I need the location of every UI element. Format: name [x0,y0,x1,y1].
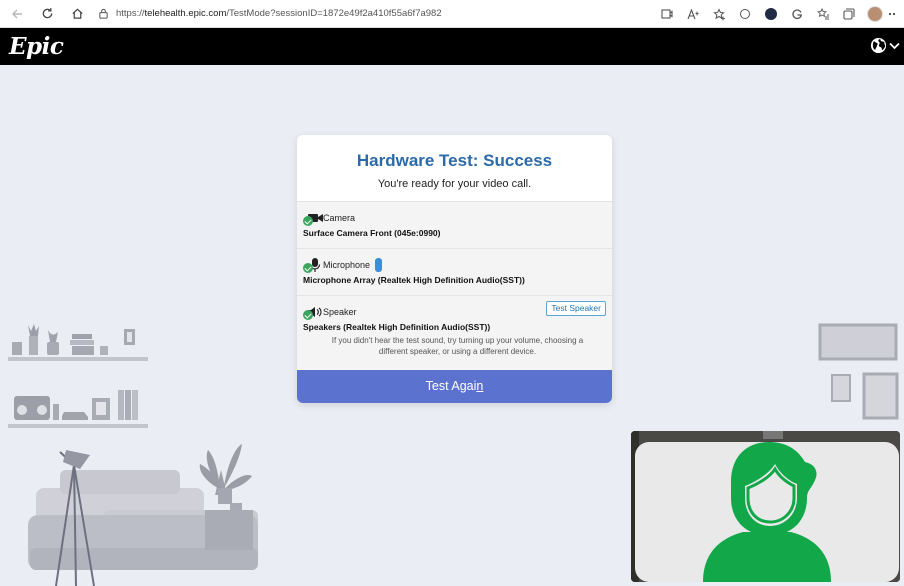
url-prefix: https:// [116,8,145,19]
camera-row: Camera [303,208,612,228]
wall-frames-decor [818,323,899,420]
epic-header: Epic [0,28,904,65]
camera-label: Camera [323,213,356,223]
microphone-device-name: Microphone Array (Realtek High Definitio… [303,275,525,285]
screen-cast-icon[interactable] [654,3,680,25]
extension-g-icon[interactable] [784,3,810,25]
hardware-test-card: Hardware Test: Success You're ready for … [297,135,612,403]
check-icon [303,310,313,320]
browser-extension-icons [654,0,904,28]
read-aloud-icon[interactable] [680,3,706,25]
lock-icon[interactable] [96,7,110,21]
card-title: Hardware Test: Success [356,151,553,170]
speaker-status [303,304,323,320]
sofa-lamp-decor [28,444,258,586]
microphone-label: Microphone [323,260,371,270]
test-again-button[interactable]: Test Again [297,370,612,403]
extension-dark-icon[interactable] [758,3,784,25]
check-icon [303,216,313,226]
speaker-help-line-2: different speaker, or using a different … [378,347,537,356]
speaker-help-text: If you didn't hear the test sound, try t… [303,332,612,357]
back-icon[interactable] [6,3,28,25]
url-text[interactable]: https://telehealth.epic.com/TestMode?ses… [116,8,442,19]
profile-avatar[interactable] [862,3,888,25]
microphone-device: Microphone Microphone Array (Realtek Hig… [297,249,612,296]
language-button[interactable] [870,37,900,54]
globe-icon [870,37,887,54]
microphone-status [303,257,323,273]
user-avatar-icon [703,442,831,582]
card-subtitle: You're ready for your video call. [377,178,532,190]
browser-toolbar: https://telehealth.epic.com/TestMode?ses… [0,0,904,28]
extension-circle-icon[interactable] [732,3,758,25]
microphone-level-meter [375,258,383,272]
microphone-row: Microphone [303,255,612,275]
home-icon[interactable] [66,3,88,25]
test-speaker-button[interactable]: Test Speaker [546,301,606,316]
more-icon[interactable] [888,3,904,25]
camera-device: Camera Surface Camera Front (045e:0990) [297,202,612,249]
address-bar[interactable]: https://telehealth.epic.com/TestMode?ses… [96,4,442,24]
chevron-down-icon [889,42,900,49]
self-view-video[interactable] [631,431,900,582]
refresh-icon[interactable] [36,3,58,25]
url-path: /TestMode?sessionID=1872e49f2a410f55a6f7… [226,8,442,19]
test-again-accelerator: n [476,379,484,393]
speaker-help-line-1: If you didn't hear the test sound, try t… [331,336,584,345]
collections-icon[interactable] [836,3,862,25]
favorite-icon[interactable] [706,3,732,25]
speaker-device: Speaker Test Speaker Speakers (Realtek H… [297,296,612,370]
device-list: Camera Surface Camera Front (045e:0990) … [297,202,612,370]
epic-logo: Epic [9,33,64,60]
check-icon [303,263,313,273]
test-again-label: Test Agai [425,379,477,393]
camera-device-name: Surface Camera Front (045e:0990) [303,228,441,238]
favorites-list-icon[interactable] [810,3,836,25]
card-header: Hardware Test: Success You're ready for … [297,135,612,202]
speaker-device-name: Speakers (Realtek High Definition Audio(… [303,322,491,332]
self-view-frame [635,442,899,582]
camera-status [303,210,323,226]
speaker-label: Speaker [323,307,357,317]
url-host: telehealth.epic.com [144,8,227,19]
left-shelf-decor [8,324,148,428]
